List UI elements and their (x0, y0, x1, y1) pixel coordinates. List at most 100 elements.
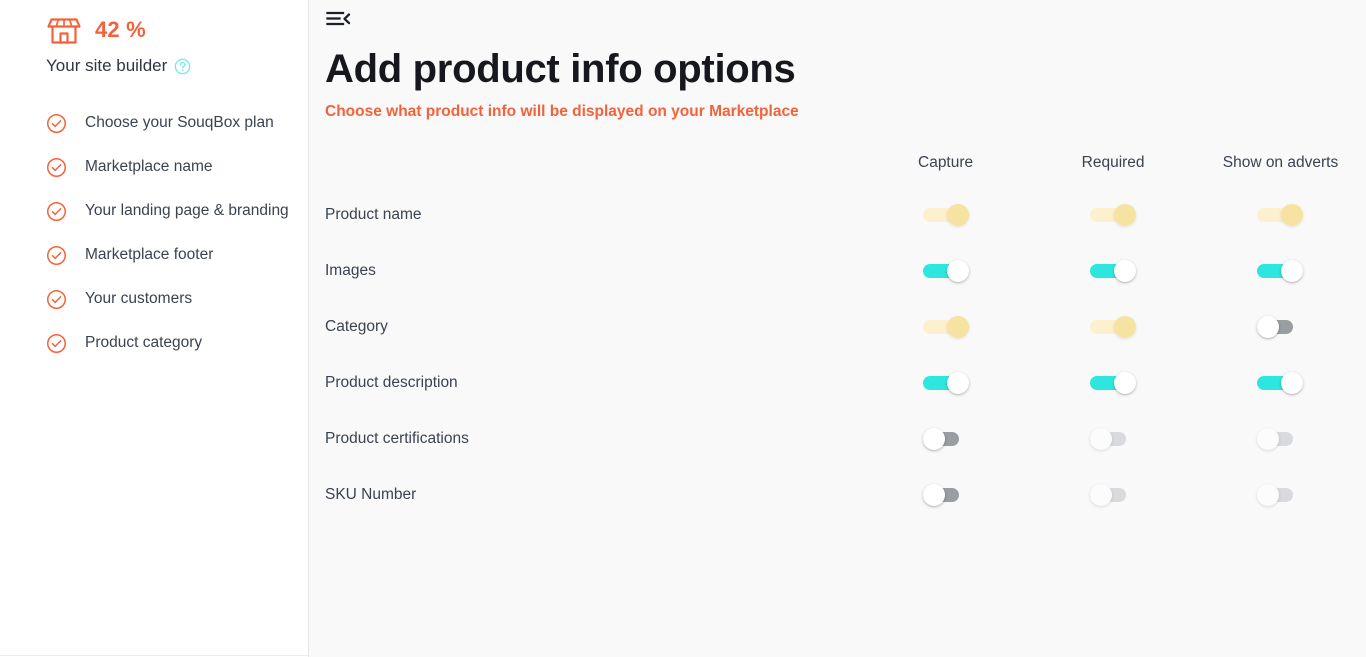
cell-product-description-capture (862, 355, 1029, 411)
site-builder-steps: Choose your SouqBox plan Marketplace nam… (0, 101, 308, 365)
toggle-knob (946, 372, 969, 394)
cell-product-description-required (1029, 355, 1197, 411)
toggle-category-show-on-adverts[interactable] (1257, 316, 1303, 338)
toggle-product-name-show-on-adverts[interactable] (1257, 204, 1304, 226)
storefront-icon (47, 17, 81, 44)
cell-images-required (1029, 243, 1197, 299)
toggle-knob (1257, 428, 1280, 450)
sidebar: 42 % Your site builder Choose your SouqB… (0, 0, 309, 657)
sidebar-item-label: Marketplace footer (85, 246, 214, 263)
table-head: Capture Required Show on adverts (309, 147, 1366, 187)
cell-product-description-show-on-adverts (1197, 355, 1364, 411)
table-row: SKU Number (309, 467, 1366, 523)
row-label-product-description: Product description (325, 374, 458, 391)
toggle-knob (1281, 204, 1304, 226)
sidebar-item-label: Choose your SouqBox plan (85, 114, 274, 131)
cell-images-show-on-adverts (1197, 243, 1364, 299)
row-label-product-name: Product name (325, 206, 422, 223)
sidebar-item-product-category[interactable]: Product category (0, 321, 308, 365)
toggle-knob (1090, 484, 1113, 506)
row-label-category: Category (325, 318, 388, 335)
sidebar-item-label: Marketplace name (85, 158, 213, 175)
toggle-knob (1281, 372, 1304, 394)
toggle-product-description-show-on-adverts[interactable] (1257, 372, 1304, 394)
sidebar-item-choose-plan[interactable]: Choose your SouqBox plan (0, 101, 308, 145)
row-label-images: Images (325, 262, 376, 279)
check-circle-icon (47, 245, 66, 265)
cell-product-certifications-capture (862, 411, 1029, 467)
toggle-images-show-on-adverts[interactable] (1257, 260, 1304, 282)
check-circle-icon (47, 333, 66, 353)
help-circle-icon[interactable] (174, 58, 191, 75)
toggle-knob (922, 428, 945, 450)
toggle-product-certifications-capture[interactable] (922, 428, 969, 450)
site-builder-header: Your site builder (0, 46, 308, 76)
toggle-knob (1114, 260, 1137, 282)
toggle-knob (946, 316, 969, 338)
check-circle-icon (47, 201, 66, 221)
product-info-options-table: Capture Required Show on adverts Product… (309, 147, 1366, 523)
toggle-product-certifications-required[interactable] (1090, 428, 1136, 450)
site-builder-progress: 42 % (0, 0, 308, 46)
row-label-sku-number: SKU Number (325, 486, 417, 503)
cell-category-capture (862, 299, 1029, 355)
sidebar-item-marketplace-name[interactable]: Marketplace name (0, 145, 308, 189)
cell-sku-number-show-on-adverts (1197, 467, 1364, 523)
cell-product-name-capture (862, 187, 1029, 243)
cell-sku-number-required (1029, 467, 1197, 523)
toggle-knob (1114, 204, 1137, 226)
toggle-product-name-required[interactable] (1090, 204, 1137, 226)
column-header-required: Required (1081, 154, 1145, 171)
toggle-product-description-capture[interactable] (922, 372, 969, 394)
app-root: 42 % Your site builder Choose your SouqB… (0, 0, 1366, 657)
table-row: Product certifications (309, 411, 1366, 467)
toggle-sku-number-capture[interactable] (922, 484, 969, 506)
cell-product-name-required (1029, 187, 1197, 243)
column-header-blank (309, 147, 862, 187)
toggle-category-required[interactable] (1090, 316, 1137, 338)
cell-category-required (1029, 299, 1197, 355)
toggle-product-certifications-show-on-adverts[interactable] (1257, 428, 1303, 450)
sidebar-item-label: Your customers (85, 290, 193, 307)
cell-product-certifications-show-on-adverts (1197, 411, 1364, 467)
table-row: Category (309, 299, 1366, 355)
table-body: Product name Images Category Product des… (309, 187, 1366, 523)
cell-product-name-show-on-adverts (1197, 187, 1364, 243)
toggle-images-capture[interactable] (922, 260, 969, 282)
sidebar-item-marketplace-footer[interactable]: Marketplace footer (0, 233, 308, 277)
toggle-sku-number-required[interactable] (1090, 484, 1136, 506)
toggle-knob (946, 260, 969, 282)
toggle-knob (1114, 372, 1137, 394)
sidebar-item-label: Product category (85, 334, 203, 351)
toggle-product-name-capture[interactable] (922, 204, 969, 226)
toggle-category-capture[interactable] (922, 316, 969, 338)
column-header-show-on-adverts: Show on adverts (1222, 154, 1339, 171)
toggle-sku-number-show-on-adverts[interactable] (1257, 484, 1303, 506)
table-row: Product name (309, 187, 1366, 243)
cell-category-show-on-adverts (1197, 299, 1364, 355)
column-header-capture: Capture (918, 154, 974, 171)
table-row: Product description (309, 355, 1366, 411)
check-circle-icon (47, 289, 66, 309)
table-header-row: Capture Required Show on adverts (309, 147, 1366, 187)
sidebar-item-label: Your landing page & branding (85, 202, 289, 219)
collapse-sidebar-icon[interactable] (326, 8, 352, 30)
sidebar-item-your-customers[interactable]: Your customers (0, 277, 308, 321)
cell-images-capture (862, 243, 1029, 299)
toggle-knob (922, 484, 945, 506)
toggle-knob (946, 204, 969, 226)
toggle-knob (1257, 484, 1280, 506)
toggle-product-description-required[interactable] (1090, 372, 1137, 394)
toggle-knob (1114, 316, 1137, 338)
progress-percent: 42 % (95, 16, 146, 42)
site-builder-title: Your site builder (46, 56, 168, 75)
table-row: Images (309, 243, 1366, 299)
toggle-knob (1257, 316, 1280, 338)
toggle-images-required[interactable] (1090, 260, 1137, 282)
check-circle-icon (47, 113, 66, 133)
toggle-knob (1090, 428, 1113, 450)
page-title: Add product info options (325, 47, 796, 91)
cell-product-certifications-required (1029, 411, 1197, 467)
sidebar-item-landing-page-branding[interactable]: Your landing page & branding (0, 189, 308, 233)
sidebar-bottom-divider (0, 655, 309, 656)
